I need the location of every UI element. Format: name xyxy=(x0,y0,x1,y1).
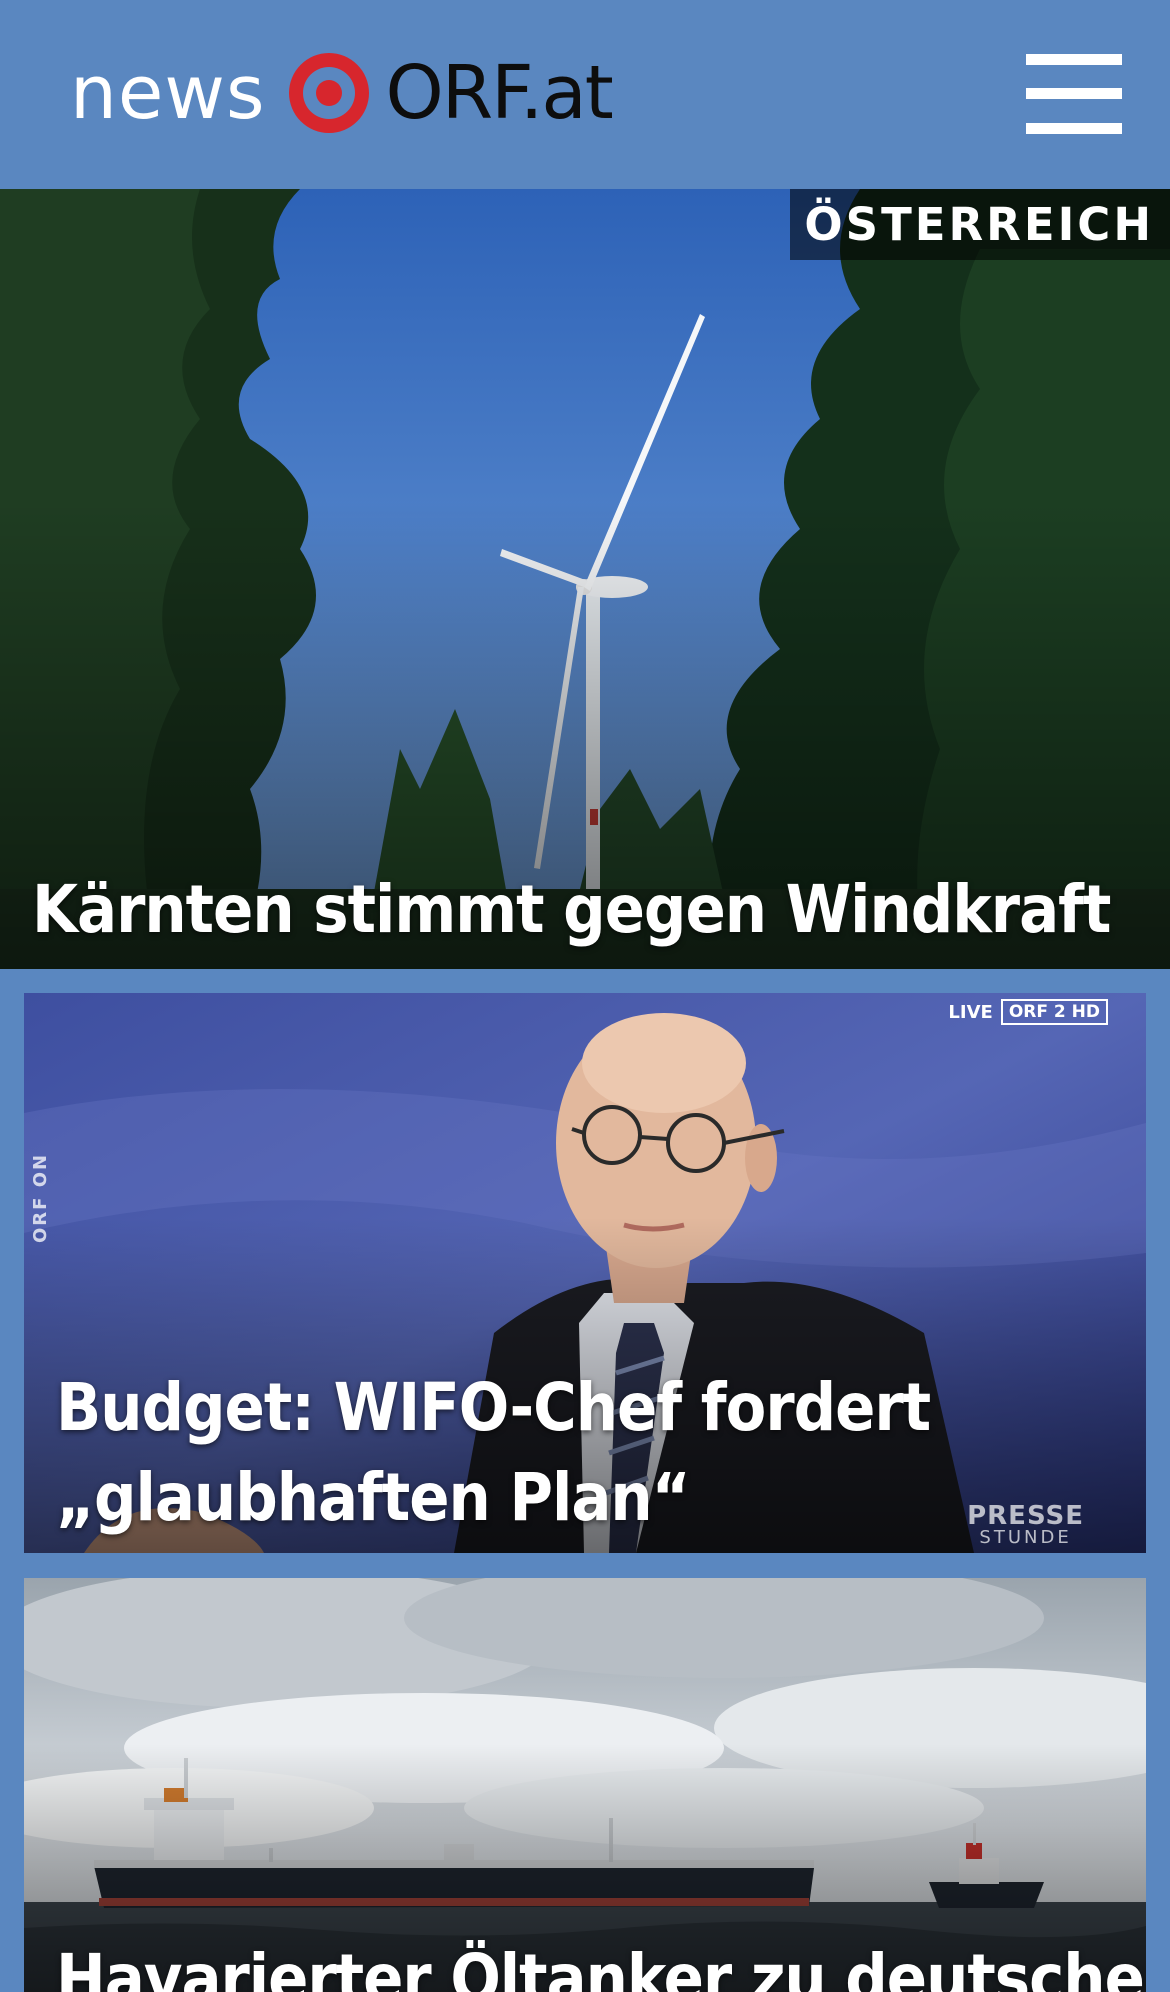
menu-line xyxy=(1026,88,1122,99)
live-channel-badge: LIVE ORF 2 HD xyxy=(948,999,1108,1025)
story-title[interactable]: Budget: WIFO-Chef fordert „glaubhaften P… xyxy=(56,1363,1056,1543)
category-tag[interactable]: ÖSTERREICH xyxy=(790,189,1170,260)
menu-line xyxy=(1026,54,1122,65)
menu-line xyxy=(1026,123,1122,134)
logo-news-text: news xyxy=(70,50,266,136)
site-logo[interactable]: news ORF.at xyxy=(70,38,614,148)
story-title[interactable]: Kärnten stimmt gegen Windkraft xyxy=(32,869,1111,951)
orf-eye-icon xyxy=(288,53,369,133)
channel-label: ORF 2 HD xyxy=(1000,999,1108,1025)
story-card-windkraft[interactable]: ÖSTERREICH Kärnten stimmt gegen Windkraf… xyxy=(0,189,1170,969)
live-label: LIVE xyxy=(948,1001,993,1023)
story-card-budget[interactable]: LIVE ORF 2 HD ORF ON PRESSE STUNDE Budge… xyxy=(24,993,1146,1553)
logo-orf-text: ORF.at xyxy=(385,50,614,136)
story-card-oeltanker[interactable]: Havarierter Öltanker zu deutschem xyxy=(24,1578,1146,1992)
hamburger-menu-icon[interactable] xyxy=(1026,54,1122,134)
site-header: news ORF.at xyxy=(0,0,1170,189)
story-title[interactable]: Havarierter Öltanker zu deutschem xyxy=(56,1938,1146,1992)
news-page: news ORF.at ÖSTERREICH Kärnten stimmt ge… xyxy=(0,0,1170,1992)
orf-on-watermark: ORF ON xyxy=(30,1152,51,1243)
